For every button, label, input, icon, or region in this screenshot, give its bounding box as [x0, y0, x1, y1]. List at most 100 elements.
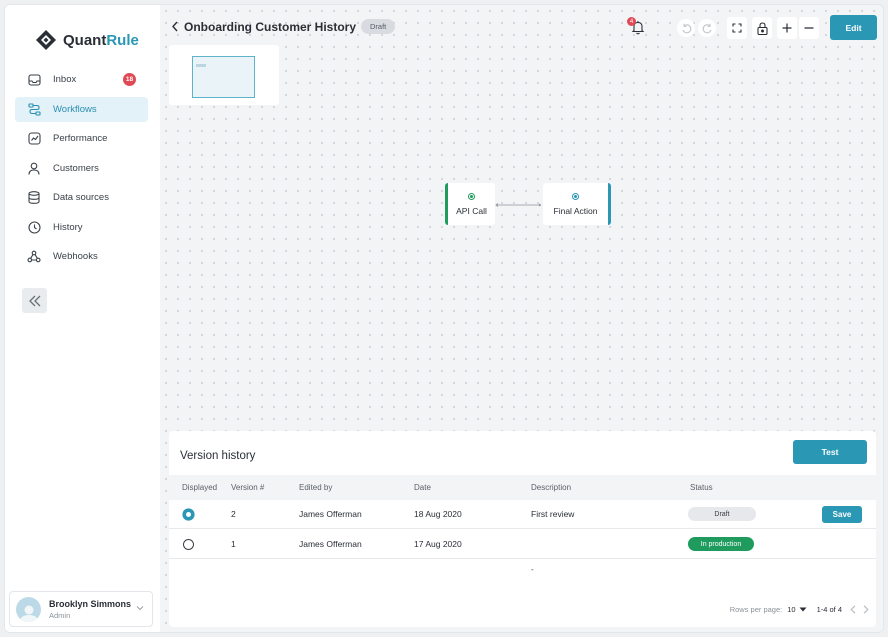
user-name: Brooklyn Simmons: [49, 598, 132, 609]
sidebar-item-data-sources[interactable]: Data sources: [15, 185, 148, 210]
sidebar-item-label: Webhooks: [53, 251, 98, 262]
save-button[interactable]: Save: [822, 505, 862, 523]
quantrule-logo-icon: [36, 30, 56, 50]
sidebar-item-label: History: [53, 221, 83, 233]
lock-icon: [756, 21, 768, 35]
chevron-right-icon: [863, 605, 869, 614]
sidebar-item-label: Workflows: [53, 103, 97, 115]
user-menu[interactable]: Brooklyn Simmons Admin: [9, 591, 153, 627]
status-badge: In production: [688, 537, 754, 551]
empty-row-marker: -: [531, 565, 534, 574]
table-row[interactable]: 2 James Offerman 18 Aug 2020 First revie…: [169, 500, 876, 529]
inbox-count-badge: 18: [123, 73, 136, 86]
brand-logo[interactable]: QuantRule: [35, 29, 139, 51]
undo-button[interactable]: [677, 19, 695, 37]
minimap-nodes: [196, 64, 206, 67]
column-header: Date: [414, 483, 431, 492]
lock-button[interactable]: [752, 17, 772, 39]
column-header: Status: [690, 483, 713, 492]
sidebar-item-webhooks[interactable]: Webhooks: [15, 244, 148, 269]
test-button[interactable]: Test: [793, 440, 867, 464]
undo-icon: [681, 23, 691, 33]
edited-by-cell: James Offerman: [299, 539, 362, 549]
column-header: Edited by: [299, 483, 333, 492]
edited-by-cell: James Offerman: [299, 509, 362, 519]
table-row[interactable]: 1 James Offerman 17 Aug 2020 In producti…: [169, 530, 876, 559]
sidebar: QuantRule Inbox 18 Workflows Performance…: [5, 5, 160, 632]
displayed-cell[interactable]: [183, 530, 194, 558]
caret-down-icon: [799, 607, 807, 612]
status-badge: Draft: [688, 507, 756, 521]
sidebar-item-customers[interactable]: Customers: [15, 156, 148, 181]
user-icon: [27, 161, 41, 175]
sidebar-nav: Inbox 18 Workflows Performance Customers…: [15, 67, 148, 274]
sidebar-item-label: Data sources: [53, 192, 109, 203]
column-header: Version #: [231, 483, 265, 492]
prev-page-button[interactable]: [850, 605, 856, 614]
plus-icon: [782, 23, 792, 33]
next-page-button[interactable]: [863, 605, 869, 614]
column-header: Displayed: [182, 483, 218, 492]
notification-count-badge: 4: [627, 17, 636, 26]
rows-per-page-select[interactable]: 10: [787, 605, 807, 614]
version-cell: 2: [231, 509, 236, 519]
page-header: Onboarding Customer History Draft: [171, 19, 396, 34]
version-cell: 1: [231, 539, 236, 549]
displayed-radio[interactable]: [183, 538, 194, 550]
rows-per-page-label: Rows per page:: [729, 605, 783, 614]
description-cell: First review: [531, 509, 575, 519]
node-status-icon: [572, 192, 579, 200]
user-role: Admin: [49, 610, 71, 620]
panel-title: Version history: [180, 450, 256, 462]
displayed-cell[interactable]: [183, 500, 194, 528]
date-cell: 18 Aug 2020: [414, 509, 462, 519]
app-window: QuantRule Inbox 18 Workflows Performance…: [4, 4, 884, 633]
status-cell: In production: [688, 530, 754, 558]
avatar-person-icon: [19, 605, 38, 622]
redo-button[interactable]: [698, 19, 716, 37]
version-history-panel: Version history Test Displayed Version #…: [169, 431, 876, 627]
displayed-radio-selected[interactable]: [183, 508, 194, 520]
workflow-icon: [27, 102, 41, 116]
page-range: 1-4 of 4: [816, 605, 842, 614]
sidebar-item-performance[interactable]: Performance: [15, 126, 148, 151]
action-cell: Save: [822, 500, 862, 528]
workflow-node-api-call[interactable]: API Call: [445, 183, 495, 225]
table-header: Displayed Version # Edited by Date Descr…: [169, 475, 876, 500]
chevron-left-icon: [850, 605, 856, 614]
chevron-down-icon: [136, 606, 144, 611]
performance-icon: [27, 132, 41, 146]
sidebar-item-history[interactable]: History: [15, 215, 148, 240]
avatar: [16, 596, 41, 622]
user-info: Brooklyn Simmons Admin: [49, 599, 131, 620]
zoom-out-button[interactable]: [799, 17, 819, 39]
zoom-in-button[interactable]: [777, 17, 797, 39]
clock-icon: [27, 220, 41, 234]
webhook-icon: [27, 250, 41, 264]
back-button[interactable]: [171, 21, 179, 32]
collapse-sidebar-button[interactable]: [22, 288, 47, 313]
rows-per-page-value: 10: [787, 605, 796, 614]
sidebar-item-label: Customers: [53, 162, 99, 174]
minimap[interactable]: [169, 45, 279, 105]
sidebar-item-label: Inbox: [53, 74, 77, 85]
node-status-icon: [468, 192, 475, 200]
minimap-viewport[interactable]: [192, 56, 255, 98]
workflow-node-final-action[interactable]: Final Action: [543, 183, 611, 225]
sidebar-item-inbox[interactable]: Inbox 18: [15, 67, 148, 92]
workflow-canvas[interactable]: Onboarding Customer History Draft 4 Edit: [160, 5, 883, 632]
brand-name: QuantRule: [63, 31, 139, 49]
edit-button[interactable]: Edit: [830, 15, 877, 40]
fullscreen-icon: [732, 23, 742, 33]
double-chevron-left-icon: [28, 295, 40, 306]
status-cell: Draft: [688, 500, 756, 528]
node-label: API Call: [456, 205, 487, 216]
chevron-left-icon: [172, 21, 178, 32]
date-cell: 17 Aug 2020: [414, 539, 462, 549]
notifications-button[interactable]: 4: [627, 17, 645, 40]
page-title: Onboarding Customer History: [184, 19, 357, 34]
node-connector-arrow[interactable]: [495, 203, 543, 207]
sidebar-item-workflows[interactable]: Workflows: [15, 96, 148, 122]
fit-view-button[interactable]: [727, 17, 747, 39]
redo-icon: [702, 23, 712, 33]
